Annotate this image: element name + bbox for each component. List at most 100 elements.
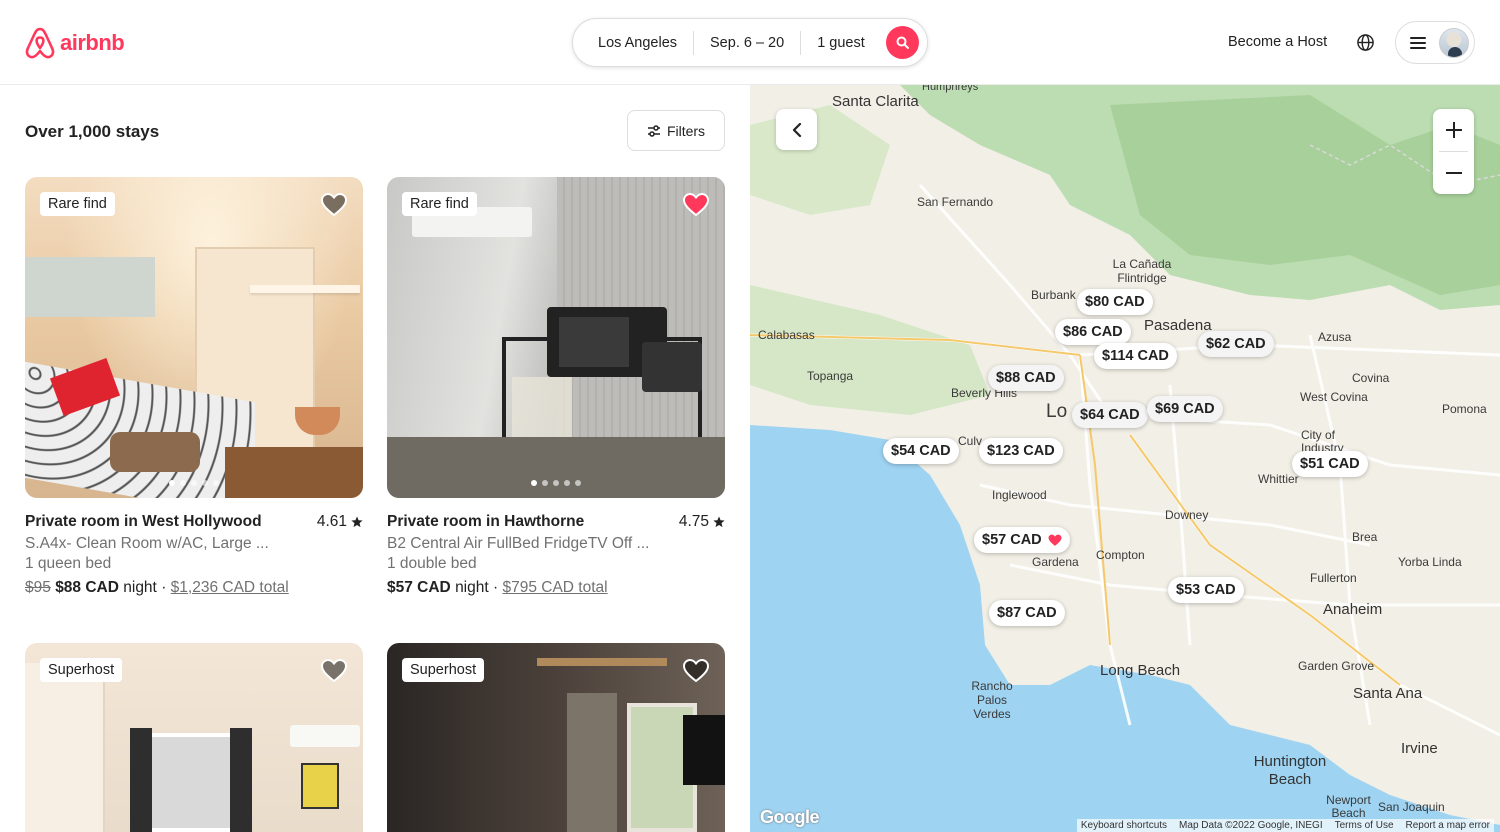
listing-price: $57 CAD night · $795 CAD total (387, 579, 725, 597)
search-guests[interactable]: 1 guest (801, 35, 881, 51)
price-pin[interactable]: $57 CAD (974, 527, 1070, 553)
search-dates[interactable]: Sep. 6 – 20 (694, 35, 800, 51)
listing-photo[interactable]: Superhost (25, 643, 363, 832)
map-label: Culv (958, 434, 983, 448)
listing-card[interactable]: Rare find Private room in Hawthorne 4.75… (387, 177, 725, 597)
map-label: Pasadena (1144, 317, 1212, 334)
favorite-heart-icon (1048, 534, 1062, 546)
filters-label: Filters (666, 122, 706, 139)
avatar (1439, 27, 1469, 58)
old-price: $95 (25, 579, 51, 596)
listing-card[interactable]: Superhost (387, 643, 725, 832)
minus-icon (1445, 172, 1462, 174)
map-label: Long Beach (1100, 662, 1181, 679)
logo-text: airbnb (60, 30, 125, 55)
search-location[interactable]: Los Angeles (573, 35, 693, 51)
listing-card[interactable]: Superhost (25, 643, 363, 832)
listing-rating: 4.61 (317, 513, 363, 531)
price-pin[interactable]: $54 CAD (883, 438, 959, 464)
listing-beds: 1 queen bed (25, 555, 112, 572)
plus-icon (1445, 122, 1462, 138)
filters-icon (647, 124, 660, 137)
rating-value: 4.75 (678, 513, 709, 530)
map-attribution: Keyboard shortcuts Map Data ©2022 Google… (1076, 819, 1494, 832)
listing-photo[interactable]: Rare find (387, 177, 725, 498)
price-pin[interactable]: $53 CAD (1168, 577, 1244, 603)
map-label: Downey (1165, 508, 1209, 522)
price-pin[interactable]: $80 CAD (1077, 289, 1153, 315)
price-separator: · (493, 579, 499, 596)
star-icon (713, 516, 725, 528)
keyboard-shortcuts-link[interactable]: Keyboard shortcuts (1081, 820, 1167, 831)
search-button[interactable] (886, 26, 919, 59)
listing-rating: 4.75 (679, 513, 725, 531)
map-data-text: Map Data ©2022 Google, INEGI (1179, 820, 1323, 831)
favorite-heart-icon[interactable] (683, 659, 709, 683)
filters-button[interactable]: Filters (627, 110, 725, 151)
map-label: Calabasas (758, 328, 815, 342)
price-pin[interactable]: $51 CAD (1292, 451, 1368, 477)
favorite-heart-icon[interactable] (321, 193, 347, 217)
price-pin[interactable]: $114 CAD (1094, 343, 1177, 369)
total-price-link[interactable]: $795 CAD total (502, 579, 607, 596)
price-pin[interactable]: $69 CAD (1147, 396, 1223, 422)
google-logo: Google (760, 807, 820, 827)
price-pin[interactable]: $86 CAD (1055, 319, 1131, 345)
zoom-in-button[interactable] (1433, 109, 1474, 151)
map-label: Lo (1046, 401, 1068, 422)
results-count: Over 1,000 stays (25, 122, 160, 141)
price-pin[interactable]: $62 CAD (1198, 331, 1274, 357)
price-pin-label: $57 CAD (982, 532, 1042, 548)
listing-title: Private room in West Hollywood (25, 513, 262, 530)
listing-badge: Superhost (402, 658, 485, 682)
map-label: Topanga (807, 369, 854, 383)
favorite-heart-icon[interactable] (321, 659, 347, 683)
map-label: Humphreys (922, 85, 979, 93)
map[interactable]: Santa Clarita Humphreys San Fernando La … (750, 85, 1500, 832)
map-label: Yorba Linda (1398, 555, 1462, 569)
favorite-heart-icon[interactable] (683, 193, 709, 217)
map-label: San Fernando (917, 195, 994, 209)
map-label: Newport Beach (1326, 793, 1371, 820)
map-label: Huntington Beach (1253, 753, 1327, 788)
listing-title: Private room in Hawthorne (387, 513, 585, 530)
map-label: Covina (1352, 371, 1390, 385)
price: $57 CAD (387, 579, 451, 596)
price-unit: night (455, 579, 489, 596)
zoom-out-button[interactable] (1433, 152, 1474, 194)
map-label: Santa Clarita (832, 93, 919, 110)
map-label: Brea (1352, 530, 1378, 544)
listing-badge: Superhost (40, 658, 123, 682)
report-map-error-link[interactable]: Report a map error (1406, 820, 1490, 831)
listing-photo[interactable]: Rare find (25, 177, 363, 498)
airbnb-logo-icon (25, 27, 55, 59)
map-label: La Cañada Flintridge (1112, 257, 1172, 285)
price: $88 CAD (55, 579, 119, 596)
chevron-left-icon (792, 122, 801, 137)
price-pin[interactable]: $88 CAD (988, 365, 1064, 391)
listing-subtitle: S.A4x- Clean Room w/AC, Large ... (25, 535, 269, 552)
price-pin[interactable]: $87 CAD (989, 600, 1065, 626)
total-price-link[interactable]: $1,236 CAD total (171, 579, 289, 596)
price-unit: night (123, 579, 157, 596)
price-pin[interactable]: $64 CAD (1072, 402, 1148, 428)
photo-carousel-dots[interactable] (531, 480, 581, 486)
become-host-link[interactable]: Become a Host (1228, 34, 1327, 50)
map-label: Garden Grove (1298, 659, 1375, 673)
photo-carousel-dots[interactable] (169, 480, 219, 486)
user-menu-button[interactable] (1395, 21, 1475, 64)
price-pin[interactable]: $123 CAD (979, 438, 1063, 464)
rating-value: 4.61 (316, 513, 347, 530)
listing-card[interactable]: Rare find Private room in West Hollywood… (25, 177, 363, 597)
listing-photo[interactable]: Superhost (387, 643, 725, 832)
search-icon (896, 36, 909, 49)
map-label: Rancho Palos Verdes (971, 679, 1013, 721)
search-bar[interactable]: Los Angeles Sep. 6 – 20 1 guest (572, 18, 928, 67)
collapse-map-button[interactable] (776, 109, 817, 150)
map-label: Fullerton (1310, 571, 1357, 585)
map-label: San Joaquin (1378, 800, 1445, 814)
globe-icon[interactable] (1356, 33, 1375, 52)
terms-link[interactable]: Terms of Use (1335, 820, 1394, 831)
map-label: Azusa (1318, 330, 1352, 344)
airbnb-logo[interactable]: airbnb (24, 26, 125, 60)
